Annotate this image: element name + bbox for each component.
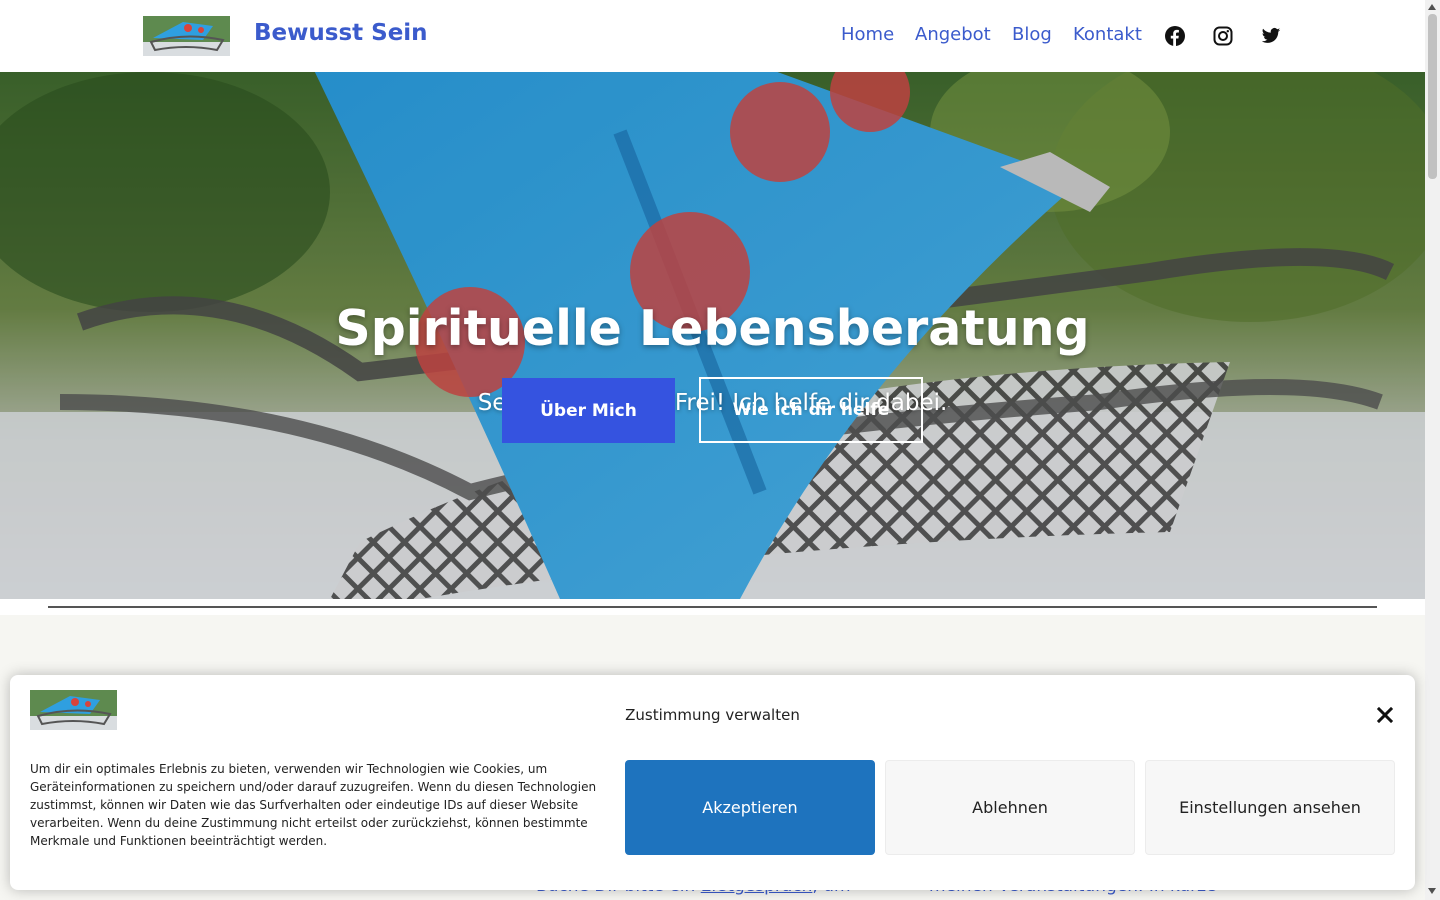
accept-button[interactable]: Akzeptieren (625, 760, 875, 855)
facebook-icon[interactable] (1165, 26, 1185, 46)
consent-message: Um dir ein optimales Erlebnis zu bieten,… (30, 762, 597, 848)
deny-button[interactable]: Ablehnen (885, 760, 1135, 855)
section-divider (48, 606, 1377, 608)
view-preferences-button[interactable]: Einstellungen ansehen (1145, 760, 1395, 855)
about-me-button[interactable]: Über Mich (502, 378, 675, 443)
scroll-up-arrow-icon[interactable] (1428, 4, 1436, 10)
scroll-down-arrow-icon[interactable] (1428, 888, 1436, 894)
nav-kontakt[interactable]: Kontakt (1073, 24, 1142, 45)
consent-title: Zustimmung verwalten (625, 706, 800, 724)
page-scrollbar[interactable] (1425, 0, 1440, 900)
hero-section: Spirituelle Lebensberatung Sei Bewusst u… (0, 72, 1425, 599)
cookie-consent-banner: Zustimmung verwalten Um dir ein optimale… (10, 675, 1415, 890)
nav-blog[interactable]: Blog (1012, 24, 1052, 45)
nav-home[interactable]: Home (841, 24, 894, 45)
close-icon[interactable] (1374, 704, 1396, 726)
nav-angebot[interactable]: Angebot (915, 24, 991, 45)
site-logo[interactable] (143, 16, 230, 56)
instagram-icon[interactable] (1213, 26, 1233, 46)
scrollbar-thumb[interactable] (1428, 14, 1437, 179)
twitter-icon[interactable] (1261, 26, 1281, 46)
site-title[interactable]: Bewusst Sein (254, 20, 428, 46)
site-header: Bewusst Sein Home Angebot Blog Kontakt (0, 0, 1425, 72)
hero-title: Spirituelle Lebensberatung (335, 300, 1090, 357)
how-i-help-button[interactable]: Wie ich dir helfe (699, 377, 923, 443)
